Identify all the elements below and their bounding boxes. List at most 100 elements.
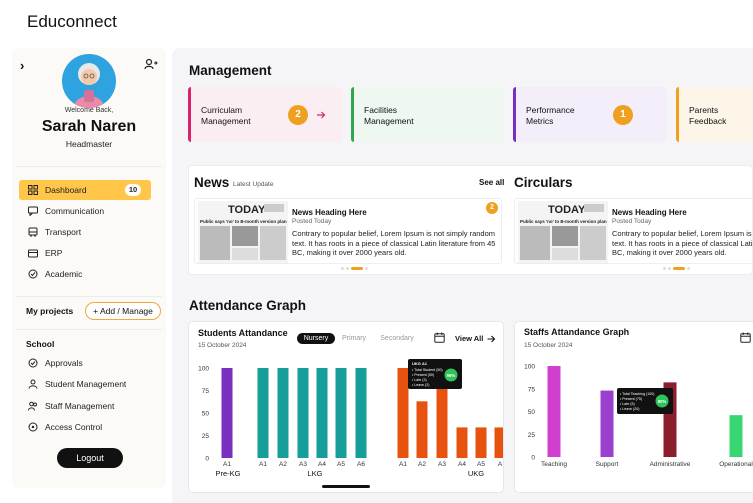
tooltip-line: • Present (50) — [412, 373, 434, 377]
bar — [221, 368, 233, 458]
management-card-facilities[interactable]: Facilities Management — [351, 87, 504, 142]
x-tick-label: A6 — [357, 461, 365, 468]
x-tick-label: A4 — [318, 461, 326, 468]
nav-dashboard[interactable]: Dashboard 10 — [19, 180, 151, 200]
y-tick-label: 25 — [528, 432, 536, 439]
news-title: News — [194, 175, 230, 190]
x-tick-label: A2 — [279, 461, 287, 468]
group-label: LKG — [307, 469, 322, 478]
user-name: Sarah Naren — [41, 118, 137, 135]
nav-communication[interactable]: Communication — [19, 201, 151, 221]
card-label: Curriculam Management — [201, 105, 251, 126]
circulars-title: Circulars — [514, 175, 573, 190]
carousel-dots[interactable] — [663, 267, 691, 270]
nav-approvals[interactable]: Approvals — [19, 353, 151, 373]
x-tick-label: A1 — [223, 461, 231, 468]
bar — [335, 368, 347, 458]
bar — [547, 366, 561, 457]
logout-button[interactable]: Logout — [57, 448, 123, 468]
nav-label: Staff Management — [45, 401, 115, 411]
sidebar: › Welcome Back, Sarah Naren Headmaster D… — [12, 48, 166, 488]
nav-erp[interactable]: ERP — [19, 243, 151, 263]
nav-label: Student Management — [45, 379, 127, 389]
bar — [257, 368, 269, 458]
students-bar-chart: 0 25 50 75 100 A1 A1 A2 A3 A4 A5 A6 A1 A2 A3 A4 A5 A Pre-K… — [198, 359, 503, 478]
user-role: Headmaster — [65, 139, 113, 149]
card-accent — [676, 87, 679, 142]
news-subtitle: Latest Update — [233, 181, 274, 188]
news-badge: 2 — [486, 202, 498, 214]
nav-label: Academic — [45, 269, 83, 279]
tooltip-line: • Late (5) — [620, 402, 635, 406]
academic-icon — [28, 269, 38, 279]
tooltip-percent: 80% — [658, 399, 667, 404]
attendance-title: Attendance Graph — [189, 298, 307, 313]
card-label: Facilities Management — [364, 105, 414, 126]
see-all-link[interactable]: See all — [479, 178, 504, 187]
nav-label: Dashboard — [45, 185, 87, 195]
circular-item-body: Contrary to popular belief, Lorem Ipsum … — [612, 229, 753, 257]
bar — [297, 368, 309, 458]
tooltip-line: • Total Student (50) — [412, 368, 443, 372]
chevron-right-icon[interactable]: › — [20, 58, 24, 73]
circular-card[interactable]: TODAY Public says 'no' to B-month versio… — [514, 198, 753, 264]
card-accent — [188, 87, 191, 142]
svg-text:TODAY: TODAY — [548, 204, 586, 216]
bar — [277, 368, 289, 458]
management-card-parents-feedback[interactable]: Parents Feedback — [676, 87, 753, 142]
group-label: UKG — [468, 469, 484, 478]
group-label: Pre-KG — [215, 469, 240, 478]
dashboard-icon — [28, 185, 38, 195]
y-tick-label: 100 — [524, 364, 535, 371]
carousel-dots[interactable] — [341, 267, 369, 270]
news-card[interactable]: TODAY Public says 'no' to B-month versio… — [194, 198, 502, 264]
nav-label: Transport — [45, 227, 82, 237]
scroll-indicator[interactable] — [322, 485, 370, 488]
school-label: School — [26, 339, 55, 349]
staff-icon — [28, 401, 37, 411]
card-label: Parents Feedback — [689, 105, 727, 126]
x-tick-label: A1 — [399, 461, 407, 468]
x-tick-label: A — [498, 461, 503, 468]
approvals-icon — [28, 358, 38, 368]
bus-icon — [28, 227, 38, 237]
management-card-performance[interactable]: Performance Metrics 1 — [513, 87, 667, 142]
x-tick-label: A3 — [438, 461, 446, 468]
add-manage-button[interactable]: + Add / Manage — [85, 302, 161, 320]
bar — [475, 427, 487, 458]
nav-access-control[interactable]: Access Control — [19, 417, 151, 437]
nav-student-management[interactable]: Student Management — [19, 374, 151, 394]
y-tick-label: 75 — [202, 388, 210, 395]
x-tick-label: A4 — [458, 461, 466, 468]
management-card-curriculum[interactable]: Curriculam Management 2 — [188, 87, 342, 142]
divider — [16, 166, 162, 167]
bar — [355, 368, 367, 458]
nav-academic[interactable]: Academic — [19, 264, 151, 284]
nav-transport[interactable]: Transport — [19, 222, 151, 242]
x-tick-label: Support — [596, 461, 619, 468]
tooltip-line: • Leave (2) — [412, 383, 429, 387]
app-title: Educonnect — [27, 12, 117, 31]
news-item-posted: Posted Today — [292, 218, 332, 225]
x-tick-label: Administrative — [650, 461, 691, 468]
bar — [316, 368, 328, 458]
svg-text:Public says 'no' to B-month ve: Public says 'no' to B-month version plan — [520, 219, 607, 224]
y-tick-label: 0 — [205, 456, 209, 463]
bar — [600, 390, 614, 457]
y-tick-label: 75 — [528, 386, 536, 393]
arrow-right-icon[interactable] — [316, 110, 326, 120]
card-accent — [351, 87, 354, 142]
switch-user-icon[interactable] — [144, 58, 158, 70]
x-tick-label: A5 — [337, 461, 345, 468]
card-badge: 1 — [613, 105, 633, 125]
card-badge: 2 — [288, 105, 308, 125]
x-tick-label: Teaching — [541, 461, 567, 468]
projects-label: My projects — [26, 306, 74, 316]
bar — [494, 427, 503, 458]
nav-staff-management[interactable]: Staff Management — [19, 396, 151, 416]
main-content: Management Curriculam Management 2 Facil… — [172, 48, 753, 503]
student-icon — [28, 379, 38, 389]
bar — [397, 368, 409, 458]
bar — [416, 401, 428, 458]
tooltip-percent: 96% — [447, 373, 456, 378]
